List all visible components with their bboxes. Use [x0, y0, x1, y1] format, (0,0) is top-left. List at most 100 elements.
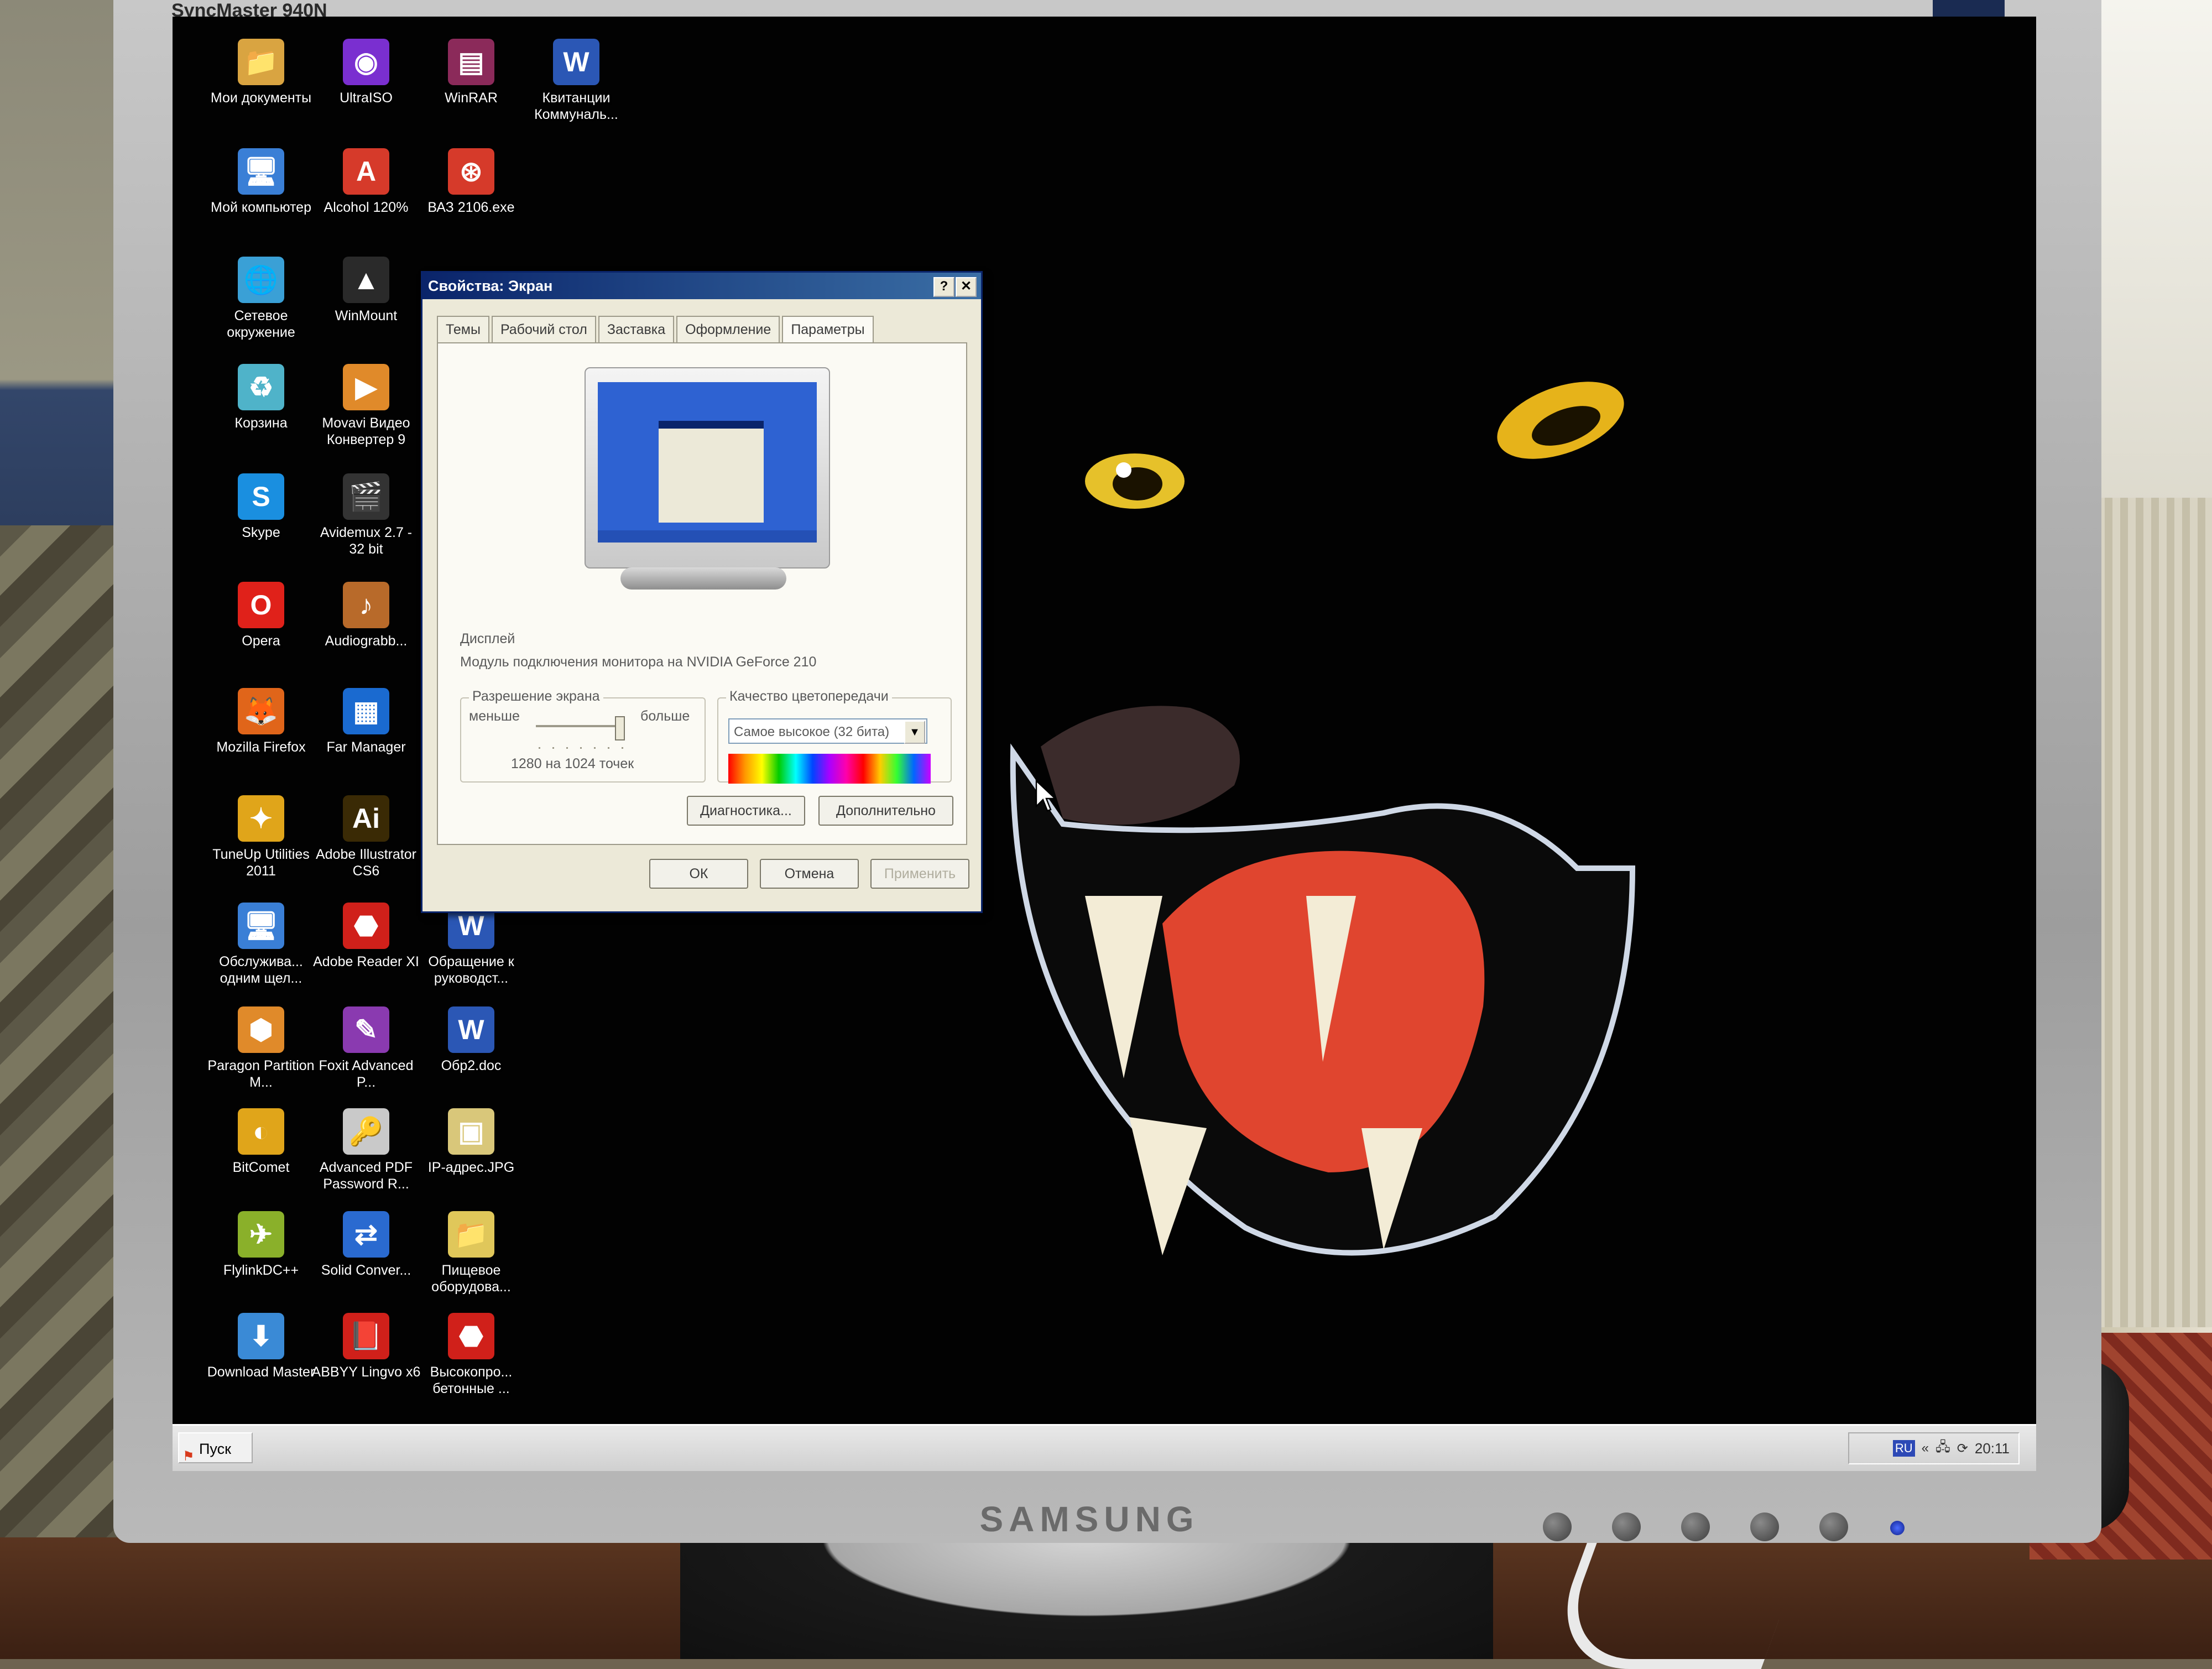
- system-tray: RU « 🖧 ⟳ 20:11: [1848, 1432, 2020, 1464]
- desktop-icon[interactable]: ▤ WinRAR: [416, 39, 526, 106]
- update-tray-icon[interactable]: ⟳: [1957, 1441, 1968, 1457]
- vaz-exe-icon: ⊛: [448, 148, 494, 195]
- tab-appearance[interactable]: Оформление: [676, 316, 780, 342]
- pdf-file-icon: ⬣: [448, 1313, 494, 1359]
- tab-desktop[interactable]: Рабочий стол: [491, 316, 596, 342]
- desktop-icon-label: Квитанции Коммуналь...: [534, 90, 618, 122]
- dialog-titlebar[interactable]: Свойства: Экран ? ✕: [422, 273, 981, 299]
- resolution-slider-track[interactable]: [536, 725, 619, 727]
- desktop-icon[interactable]: W Обращение к руководст...: [416, 903, 526, 987]
- desktop-icon[interactable]: 🦊 Mozilla Firefox: [206, 688, 316, 755]
- word-document-icon: W: [448, 1006, 494, 1053]
- help-button[interactable]: ?: [933, 277, 954, 297]
- desktop-icon-label: Avidemux 2.7 - 32 bit: [320, 525, 413, 557]
- tab-screensaver[interactable]: Заставка: [598, 316, 675, 342]
- monitor-up-button[interactable]: [1681, 1512, 1710, 1541]
- desktop-icon[interactable]: 📁 Мои документы: [206, 39, 316, 106]
- cancel-button[interactable]: Отмена: [760, 859, 859, 889]
- desktop-icon[interactable]: ⬣ Adobe Reader XI: [311, 903, 421, 970]
- monitor-power-led[interactable]: [1890, 1521, 1905, 1535]
- desktop-icon[interactable]: ♪ Audiograbb...: [311, 582, 421, 649]
- desktop-icon[interactable]: ⬣ Высокопро... бетонные ...: [416, 1313, 526, 1397]
- display-device-name: Модуль подключения монитора на NVIDIA Ge…: [460, 654, 817, 670]
- desktop-icon[interactable]: W Квитанции Коммуналь...: [521, 39, 632, 123]
- desktop-icon-label: Adobe Reader XI: [313, 954, 419, 969]
- language-indicator[interactable]: RU: [1892, 1440, 1915, 1457]
- jpg-file-icon: ▣: [448, 1108, 494, 1155]
- resolution-slider-thumb[interactable]: [615, 716, 625, 740]
- desktop-icon[interactable]: 🌐 Сетевое окружение: [206, 257, 316, 341]
- color-spectrum-bar: [728, 754, 931, 784]
- monitor-down-button[interactable]: [1612, 1512, 1641, 1541]
- wall-calendar: [0, 0, 113, 542]
- desktop-icon-label: Movavi Видео Конвертер 9: [322, 415, 410, 447]
- advanced-button[interactable]: Дополнительно: [818, 796, 953, 826]
- desktop-icon[interactable]: ◐ BitComet: [206, 1108, 316, 1176]
- desktop-icon[interactable]: ♻ Корзина: [206, 364, 316, 431]
- flylink-icon: ✈: [238, 1211, 284, 1258]
- folder-icon: 📁: [448, 1211, 494, 1258]
- desktop-icon[interactable]: A Alcohol 120%: [311, 148, 421, 216]
- preview-window-thumbnail: [659, 421, 764, 523]
- desktop-icon[interactable]: ▣ IP-адрес.JPG: [416, 1108, 526, 1176]
- tuneup-icon: ✦: [238, 795, 284, 842]
- desktop-icon[interactable]: 📁 Пищевое оборудова...: [416, 1211, 526, 1295]
- maintenance-icon: 🖥: [238, 903, 284, 949]
- desktop-screen: 📁 Мои документы ◉ UltraISO ▤ WinRAR W Квитанции…: [173, 17, 2036, 1471]
- desktop-icon[interactable]: ▲ WinMount: [311, 257, 421, 324]
- desktop-icon[interactable]: Ai Adobe Illustrator CS6: [311, 795, 421, 879]
- tab-settings[interactable]: Параметры: [782, 316, 874, 345]
- desktop-icon[interactable]: ⊛ ВАЗ 2106.exe: [416, 148, 526, 216]
- desktop-icon[interactable]: W Обр2.doc: [416, 1006, 526, 1074]
- desktop-icon[interactable]: O Opera: [206, 582, 316, 649]
- desktop-icon[interactable]: 🔑 Advanced PDF Password R...: [311, 1108, 421, 1192]
- desktop-icon-label: Adobe Illustrator CS6: [315, 847, 417, 879]
- abbyy-lingvo-icon: 📕: [343, 1313, 389, 1359]
- adobe-reader-icon: ⬣: [343, 903, 389, 949]
- monitor-preview-screen: [598, 382, 817, 543]
- close-button[interactable]: ✕: [956, 277, 977, 297]
- diagnostics-button[interactable]: Диагностика...: [687, 796, 805, 826]
- desktop-icon-label: Audiograbb...: [325, 633, 408, 649]
- monitor-source-button[interactable]: [1750, 1512, 1779, 1541]
- chevron-down-icon[interactable]: ▼: [904, 721, 925, 744]
- network-tray-icon[interactable]: 🖧: [1936, 1437, 1950, 1460]
- mouse-cursor-icon: [1035, 780, 1057, 812]
- desktop-icon[interactable]: ✈ FlylinkDC++: [206, 1211, 316, 1279]
- color-quality-group: Качество цветопередачи Самое высокое (32…: [717, 689, 952, 784]
- apply-button[interactable]: Применить: [870, 859, 969, 889]
- desktop-icon[interactable]: ▦ Far Manager: [311, 688, 421, 755]
- ok-button[interactable]: ОК: [649, 859, 748, 889]
- winmount-icon: ▲: [343, 257, 389, 303]
- windows-flag-icon: ⚑: [182, 1449, 195, 1464]
- desktop-icon[interactable]: 📕 ABBYY Lingvo x6: [311, 1313, 421, 1380]
- monitor-brand-logo: SAMSUNG: [979, 1499, 1199, 1539]
- color-quality-select[interactable]: Самое высокое (32 бита) ▼: [728, 718, 927, 744]
- desktop-icon[interactable]: ▶ Movavi Видео Конвертер 9: [311, 364, 421, 448]
- desktop-icon-label: Opera: [242, 633, 280, 649]
- resolution-less-label: меньше: [469, 708, 520, 724]
- winrar-icon: ▤: [448, 39, 494, 85]
- desktop-icon[interactable]: ⇄ Solid Conver...: [311, 1211, 421, 1279]
- desktop-icon[interactable]: 🖥 Обслужива... одним щел...: [206, 903, 316, 987]
- desktop-icon[interactable]: 🎬 Avidemux 2.7 - 32 bit: [311, 473, 421, 557]
- desktop-icon[interactable]: 🖥 Мой компьютер: [206, 148, 316, 216]
- desktop-icon[interactable]: S Skype: [206, 473, 316, 541]
- desktop-icon-label: Solid Conver...: [321, 1263, 411, 1278]
- slider-tick: [566, 747, 568, 749]
- desktop-icon[interactable]: ✎ Foxit Advanced P...: [311, 1006, 421, 1091]
- tray-expand-chevron-icon[interactable]: «: [1922, 1441, 1929, 1456]
- desktop-icon-label: Alcohol 120%: [324, 200, 409, 215]
- desktop-icon[interactable]: ⬢ Paragon Partition M...: [206, 1006, 316, 1091]
- desktop-icon[interactable]: ◉ UltraISO: [311, 39, 421, 106]
- monitor-menu-button[interactable]: [1543, 1512, 1572, 1541]
- desktop-icon-label: ВАЗ 2106.exe: [427, 200, 515, 215]
- slider-tick: [622, 747, 623, 749]
- desktop-icon[interactable]: ✦ TuneUp Utilities 2011: [206, 795, 316, 879]
- tab-themes[interactable]: Темы: [437, 316, 489, 342]
- desktop-icon[interactable]: ⬇ Download Master: [206, 1313, 316, 1380]
- firefox-icon: 🦊: [238, 688, 284, 734]
- monitor-auto-button[interactable]: [1819, 1512, 1848, 1541]
- start-button[interactable]: ⚑ Пуск: [178, 1432, 253, 1464]
- tray-clock[interactable]: 20:11: [1975, 1440, 2010, 1457]
